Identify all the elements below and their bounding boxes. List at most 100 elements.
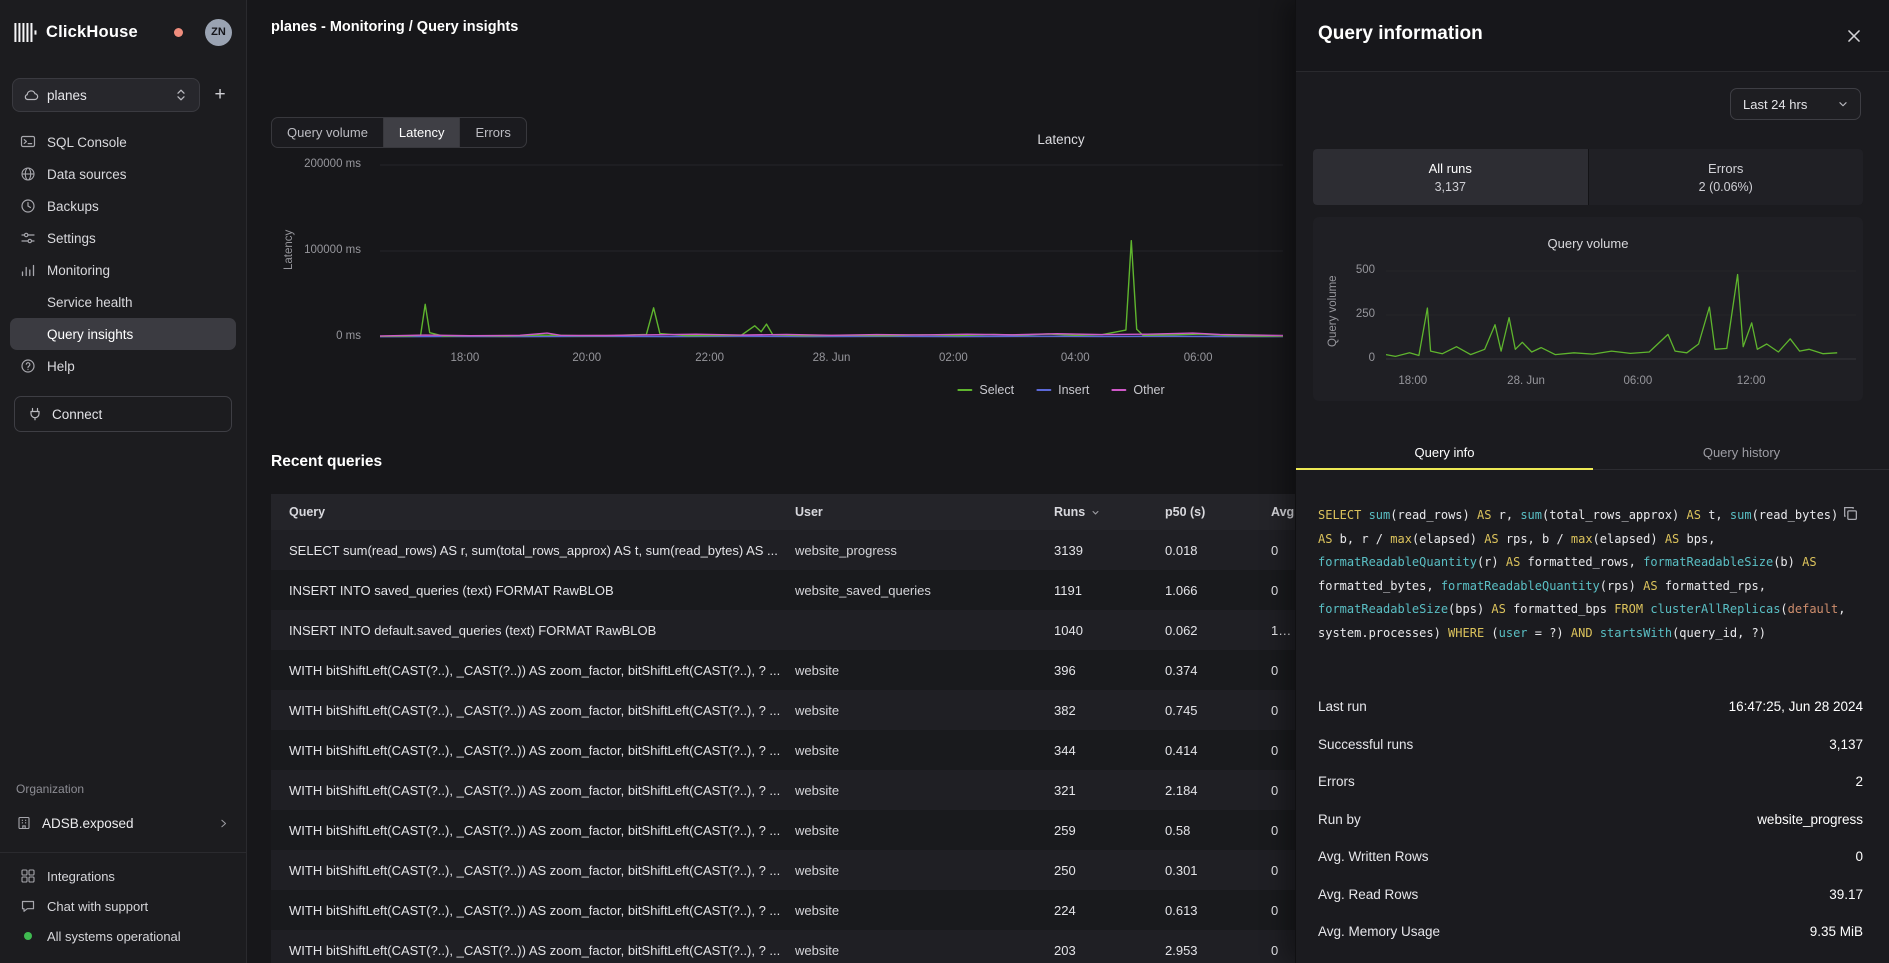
table-row[interactable]: WITH bitShiftLeft(CAST(?..), _CAST(?..))… — [271, 930, 1295, 963]
runs-cell: 1040 — [1054, 623, 1165, 638]
stat-tab-errors[interactable]: Errors 2 (0.06%) — [1589, 149, 1864, 205]
connect-label: Connect — [52, 407, 102, 422]
terminal-icon — [20, 134, 36, 150]
sidebar-item-help[interactable]: Help — [10, 350, 236, 382]
runs-cell: 344 — [1054, 743, 1165, 758]
sliders-icon — [20, 230, 36, 246]
avg-cell: 0 — [1271, 823, 1295, 838]
app-root: ClickHouse ZN planes + SQL ConsoleData s… — [0, 0, 1889, 963]
user-cell: website — [795, 783, 1054, 798]
table-row[interactable]: WITH bitShiftLeft(CAST(?..), _CAST(?..))… — [271, 690, 1295, 730]
y-tick-label: 200000 ms — [247, 158, 361, 170]
table-row[interactable]: WITH bitShiftLeft(CAST(?..), _CAST(?..))… — [271, 770, 1295, 810]
sidebar-item-label: Monitoring — [47, 263, 110, 278]
connect-button[interactable]: Connect — [14, 396, 232, 432]
x-tick-label: 18:00 — [450, 352, 479, 364]
legend-item-insert[interactable]: Insert — [1036, 383, 1089, 397]
table-row[interactable]: WITH bitShiftLeft(CAST(?..), _CAST(?..))… — [271, 650, 1295, 690]
sidebar-item-query-insights[interactable]: Query insights — [10, 318, 236, 350]
column-header-query[interactable]: Query — [271, 505, 795, 519]
x-tick-label: 02:00 — [939, 352, 968, 364]
user-cell: website_progress — [795, 543, 1054, 558]
sidebar: ClickHouse ZN planes + SQL ConsoleData s… — [0, 0, 247, 963]
query-cell: SELECT sum(read_rows) AS r, sum(total_ro… — [271, 543, 795, 558]
errors-value: 2 (0.06%) — [1699, 180, 1753, 194]
runs-cell: 259 — [1054, 823, 1165, 838]
legend-label: Insert — [1058, 383, 1089, 397]
cloud-icon — [23, 87, 39, 103]
service-row: planes + — [0, 64, 246, 122]
user-cell: website_saved_queries — [795, 583, 1054, 598]
organization-section: Organization ADSB.exposed — [0, 782, 246, 852]
runs-cell: 382 — [1054, 703, 1165, 718]
legend-item-select[interactable]: Select — [957, 383, 1014, 397]
avg-cell: 0 — [1271, 583, 1295, 598]
status-dot — [20, 928, 36, 944]
sidebar-item-chat-with-support[interactable]: Chat with support — [10, 891, 236, 921]
table-row[interactable]: WITH bitShiftLeft(CAST(?..), _CAST(?..))… — [271, 730, 1295, 770]
legend-label: Select — [979, 383, 1014, 397]
add-service-button[interactable]: + — [206, 80, 234, 110]
table-header: Query User Runs p50 (s) Avg. — [271, 494, 1295, 530]
sql-line: system.processes) WHERE (user = ?) AND s… — [1318, 622, 1856, 646]
all-runs-value: 3,137 — [1435, 180, 1466, 194]
sidebar-item-settings[interactable]: Settings — [10, 222, 236, 254]
sidebar-item-data-sources[interactable]: Data sources — [10, 158, 236, 190]
time-range-select[interactable]: Last 24 hrs — [1730, 88, 1861, 120]
chat-icon — [20, 898, 36, 914]
query-information-panel: Query information Last 24 hrs All runs 3… — [1295, 0, 1889, 963]
query-cell: WITH bitShiftLeft(CAST(?..), _CAST(?..))… — [271, 783, 795, 798]
detail-label: Avg. Memory Usage — [1318, 924, 1440, 939]
sidebar-item-integrations[interactable]: Integrations — [10, 861, 236, 891]
table-row[interactable]: INSERT INTO saved_queries (text) FORMAT … — [271, 570, 1295, 610]
column-header-avg[interactable]: Avg. — [1271, 505, 1295, 519]
sidebar-item-sql-console[interactable]: SQL Console — [10, 126, 236, 158]
sidebar-item-service-health[interactable]: Service health — [10, 286, 236, 318]
p50-cell: 0.374 — [1165, 663, 1271, 678]
column-header-runs-label: Runs — [1054, 505, 1085, 519]
avg-cell: 0 — [1271, 943, 1295, 958]
sidebar-item-backups[interactable]: Backups — [10, 190, 236, 222]
main-content: planes - Monitoring / Query insights Que… — [247, 0, 1295, 963]
sql-code-block: SELECT sum(read_rows) AS r, sum(total_ro… — [1318, 504, 1856, 646]
latency-plot — [380, 150, 1283, 350]
organization-item[interactable]: ADSB.exposed — [16, 806, 230, 840]
sidebar-item-all-systems-operational[interactable]: All systems operational — [10, 921, 236, 951]
column-header-p50[interactable]: p50 (s) — [1165, 505, 1271, 519]
stat-tab-all-runs[interactable]: All runs 3,137 — [1313, 149, 1588, 205]
avg-cell: 0 — [1271, 663, 1295, 678]
legend-swatch — [1111, 389, 1126, 392]
close-icon[interactable] — [1845, 27, 1863, 45]
sidebar-item-label: Settings — [47, 231, 96, 246]
sidebar-item-monitoring[interactable]: Monitoring — [10, 254, 236, 286]
help-icon — [20, 358, 36, 374]
tab-query-history[interactable]: Query history — [1593, 436, 1889, 469]
table-row[interactable]: INSERT INTO default.saved_queries (text)… — [271, 610, 1295, 650]
runs-cell: 250 — [1054, 863, 1165, 878]
column-header-runs[interactable]: Runs — [1054, 505, 1165, 519]
legend-item-other[interactable]: Other — [1111, 383, 1164, 397]
chart-title: Latency — [1037, 132, 1084, 147]
table-row[interactable]: WITH bitShiftLeft(CAST(?..), _CAST(?..))… — [271, 850, 1295, 890]
tab-query-info[interactable]: Query info — [1296, 436, 1593, 469]
service-selector[interactable]: planes — [12, 78, 200, 112]
sidebar-item-label: Data sources — [47, 167, 127, 182]
user-cell: website — [795, 943, 1054, 958]
detail-row: Successful runs3,137 — [1318, 726, 1863, 764]
query-cell: INSERT INTO default.saved_queries (text)… — [271, 623, 795, 638]
clock-icon — [20, 198, 36, 214]
p50-cell: 0.062 — [1165, 623, 1271, 638]
column-header-user[interactable]: User — [795, 505, 1054, 519]
chevron-right-icon — [217, 817, 230, 830]
table-row[interactable]: WITH bitShiftLeft(CAST(?..), _CAST(?..))… — [271, 890, 1295, 930]
sidebar-footer: IntegrationsChat with supportAll systems… — [0, 852, 246, 963]
p50-cell: 2.953 — [1165, 943, 1271, 958]
chart-icon — [20, 262, 36, 278]
table-row[interactable]: WITH bitShiftLeft(CAST(?..), _CAST(?..))… — [271, 810, 1295, 850]
avatar[interactable]: ZN — [205, 19, 232, 46]
sidebar-item-label: Backups — [47, 199, 99, 214]
copy-icon[interactable] — [1842, 505, 1859, 522]
detail-label: Avg. Read Rows — [1318, 887, 1418, 902]
table-row[interactable]: SELECT sum(read_rows) AS r, sum(total_ro… — [271, 530, 1295, 570]
chart-legend: Select Insert Other — [957, 383, 1164, 397]
